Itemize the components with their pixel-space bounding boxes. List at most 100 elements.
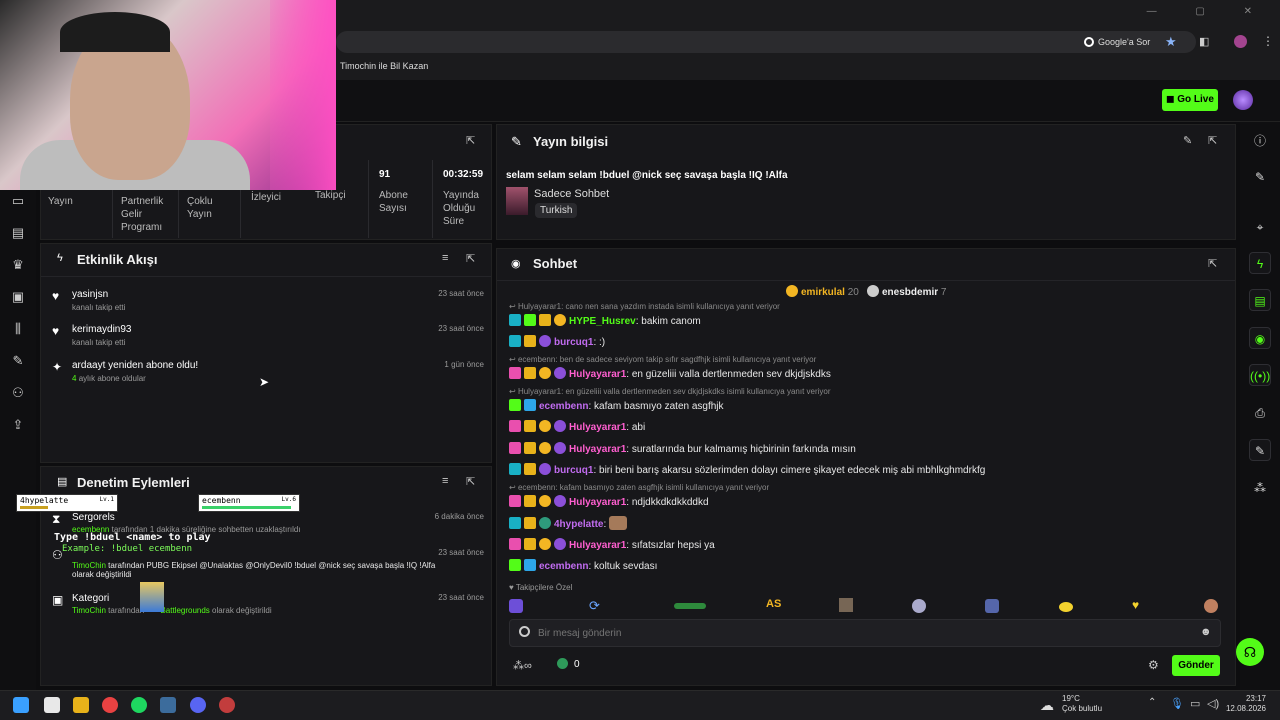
mod-user[interactable]: TimoChin <box>72 606 106 615</box>
filter-icon[interactable]: ≡ <box>442 252 448 264</box>
crown-badge-icon <box>524 495 536 507</box>
category-name[interactable]: Sadece Sohbet <box>534 188 609 200</box>
window-controls[interactable]: — ▢ ✕ <box>1147 6 1270 17</box>
steam-icon[interactable] <box>160 697 176 713</box>
emote[interactable]: AS <box>766 598 781 610</box>
emote[interactable] <box>509 599 523 613</box>
emote[interactable]: ⟳ <box>589 598 600 614</box>
activity-user[interactable]: ardaayt yeniden abone oldu! <box>72 360 198 371</box>
chat-popout-icon[interactable]: ⇱ <box>1208 257 1217 270</box>
weather-desc: Çok bulutlu <box>1062 704 1103 713</box>
ask-google-chip[interactable]: Google'a Sor <box>1084 34 1150 50</box>
top-chatter[interactable]: enesbdemir 7 <box>867 285 946 298</box>
wrench-icon[interactable]: ✎ <box>11 354 25 368</box>
emote[interactable] <box>674 603 706 609</box>
channel-points[interactable]: 0 <box>557 658 580 670</box>
send-button[interactable]: Gönder <box>1172 655 1220 676</box>
spotify-icon[interactable] <box>131 697 147 713</box>
go-live-button[interactable]: ◼ Go Live <box>1162 89 1218 111</box>
emoji-icon[interactable]: ☻ <box>1200 626 1212 638</box>
activity-popout-icon[interactable]: ⇱ <box>466 252 475 265</box>
category-thumbnail[interactable] <box>506 187 528 215</box>
stream-info-popout-icon[interactable]: ⇱ <box>1208 134 1217 147</box>
chat-input-box[interactable]: ☻ <box>509 619 1221 647</box>
analytics-icon[interactable]: ▤ <box>11 226 25 240</box>
address-bar[interactable] <box>336 31 1196 53</box>
video-icon[interactable]: ▣ <box>11 290 25 304</box>
broadcast-icon[interactable]: ((•)) <box>1249 364 1271 386</box>
chart-icon[interactable]: ⫼ <box>11 322 25 336</box>
chat-bubble-icon[interactable]: ◉ <box>1249 327 1271 349</box>
info-icon[interactable]: ⓘ <box>1249 130 1271 152</box>
edit-icon[interactable]: ✎ <box>1183 134 1192 147</box>
extensions-icon[interactable]: ◧ <box>1199 35 1209 48</box>
tray-chevron-icon[interactable]: ⌃ <box>1148 697 1156 708</box>
stat-value: 00:32:59 <box>443 169 484 180</box>
emote[interactable] <box>1059 602 1073 612</box>
mic-icon[interactable]: 🎙 <box>1170 697 1184 710</box>
chat-input[interactable] <box>538 624 1178 642</box>
notes-icon[interactable]: ▤ <box>1249 289 1271 311</box>
emote-image <box>609 516 628 530</box>
apps-icon[interactable]: ⁂ <box>1249 477 1271 499</box>
emote-tab[interactable]: ♥ Takipçilere Özel <box>509 583 572 592</box>
chat-username[interactable]: ecembenn <box>539 561 588 572</box>
support-icon[interactable]: ☊ <box>1236 638 1264 666</box>
stat-uptime: 00:32:59 Yayında Olduğu Süre <box>443 168 491 228</box>
activity-user[interactable]: kerimaydin93 <box>72 324 131 335</box>
top-chatter[interactable]: emirkulal 20 <box>786 285 859 298</box>
network-icon[interactable]: ▭ <box>1190 697 1200 710</box>
chat-username[interactable]: Hulyayarar1 <box>569 540 626 551</box>
chat-username[interactable]: burcuq1 <box>554 465 593 476</box>
crown-badge-icon <box>524 420 536 432</box>
start-icon[interactable] <box>13 697 29 713</box>
edit-icon[interactable]: ✎ <box>1249 166 1271 188</box>
weather-widget[interactable]: 19°C Çok bulutlu <box>1062 694 1102 714</box>
emote[interactable] <box>839 598 853 612</box>
upload-icon[interactable]: ⇪ <box>11 418 25 432</box>
browser-menu-icon[interactable]: ⋮ <box>1262 34 1274 48</box>
lightning-icon[interactable]: ϟ <box>1249 252 1271 274</box>
stat-label: Partnerlik Gelir Programı <box>121 196 164 233</box>
chat-username[interactable]: burcuq1 <box>554 337 593 348</box>
chat-username[interactable]: Hulyayarar1 <box>569 422 626 433</box>
emote[interactable]: ♥ <box>1132 598 1139 612</box>
filter-icon[interactable]: ≡ <box>442 475 448 487</box>
user-avatar[interactable] <box>1233 90 1253 110</box>
chat-username[interactable]: Hulyayarar1 <box>569 497 626 508</box>
activity-time: 23 saat önce <box>438 324 484 333</box>
focus-icon[interactable]: ⌖ <box>1249 216 1271 238</box>
emote[interactable] <box>985 599 999 613</box>
tools-icon[interactable]: ✎ <box>1249 439 1271 461</box>
emote[interactable] <box>1204 599 1218 613</box>
activity-user[interactable]: yasinjsn <box>72 289 108 300</box>
chat-username[interactable]: Hulyayarar1 <box>569 369 626 380</box>
chrome-icon[interactable] <box>102 697 118 713</box>
mod-user[interactable]: TimoChin <box>72 561 106 570</box>
community-icon[interactable]: ⚇ <box>11 386 25 400</box>
moderation-popout-icon[interactable]: ⇱ <box>466 475 475 488</box>
trophy-icon[interactable]: ♛ <box>11 258 25 272</box>
infinity-icon[interactable]: ⁂∞ <box>513 659 532 672</box>
months-count: 4 <box>72 374 77 383</box>
discord-icon[interactable] <box>190 697 206 713</box>
settings-gear-icon[interactable]: ⚙ <box>1148 658 1159 672</box>
taskview-icon[interactable] <box>44 697 60 713</box>
chat-username[interactable]: ecembenn <box>539 401 588 412</box>
volume-icon[interactable]: ◁) <box>1207 697 1219 710</box>
clock[interactable]: 23:17 12.08.2026 <box>1222 694 1266 714</box>
bookmark-link[interactable]: Timochin ile Bil Kazan <box>336 56 428 76</box>
emote[interactable] <box>912 599 926 613</box>
tag-badge[interactable]: Turkish <box>535 203 578 218</box>
bookmark-star-icon[interactable]: ★ <box>1165 34 1177 50</box>
folder-icon[interactable] <box>73 697 89 713</box>
mod-category[interactable]: Battlegrounds <box>160 606 209 615</box>
profile-avatar[interactable] <box>1234 35 1247 48</box>
stats-popout-icon[interactable]: ⇱ <box>466 134 475 147</box>
stream-icon[interactable]: ▭ <box>11 194 25 208</box>
chat-username[interactable]: Hulyayarar1 <box>569 444 626 455</box>
chat-username[interactable]: HYPE_Husrev <box>569 316 636 327</box>
record-icon[interactable] <box>219 697 235 713</box>
chat-username[interactable]: 4hypelatte <box>554 519 603 530</box>
printer-icon[interactable]: ⎙ <box>1249 402 1271 424</box>
